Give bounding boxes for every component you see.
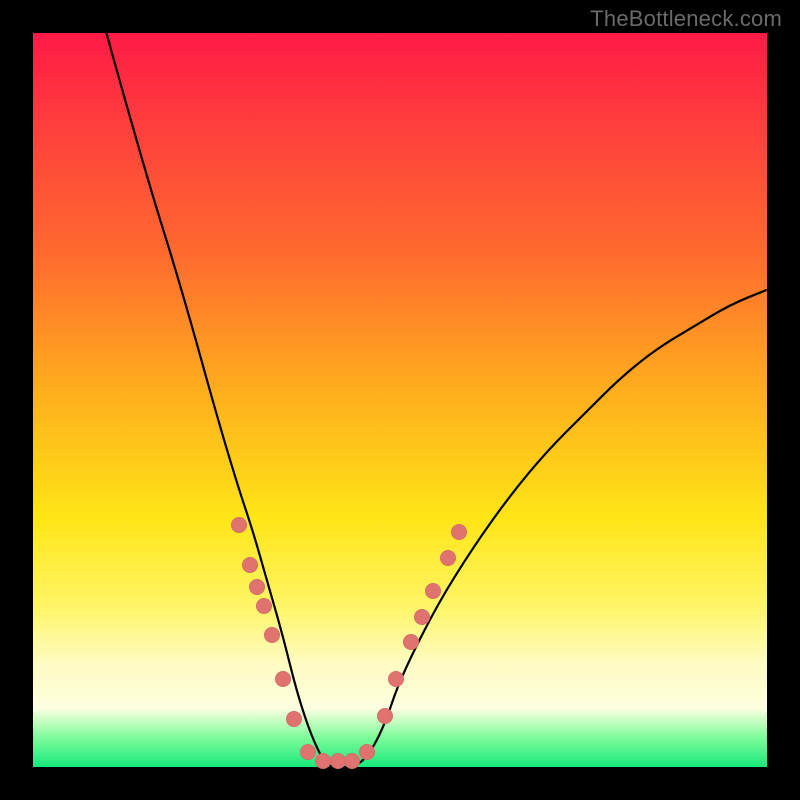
attribution-text: TheBottleneck.com	[590, 6, 782, 32]
plot-area	[33, 33, 767, 767]
data-marker	[330, 753, 346, 769]
chart-stage: TheBottleneck.com	[0, 0, 800, 800]
data-marker	[249, 579, 265, 595]
data-marker	[231, 517, 247, 533]
data-marker	[425, 583, 441, 599]
data-marker	[451, 524, 467, 540]
data-marker	[440, 550, 456, 566]
data-marker	[242, 557, 258, 573]
data-marker	[414, 609, 430, 625]
data-marker	[286, 711, 302, 727]
data-marker	[275, 671, 291, 687]
data-marker	[256, 598, 272, 614]
curve-svg	[33, 33, 767, 767]
data-marker	[377, 708, 393, 724]
data-marker	[264, 627, 280, 643]
data-marker	[315, 753, 331, 769]
bottleneck-curve	[106, 33, 767, 767]
